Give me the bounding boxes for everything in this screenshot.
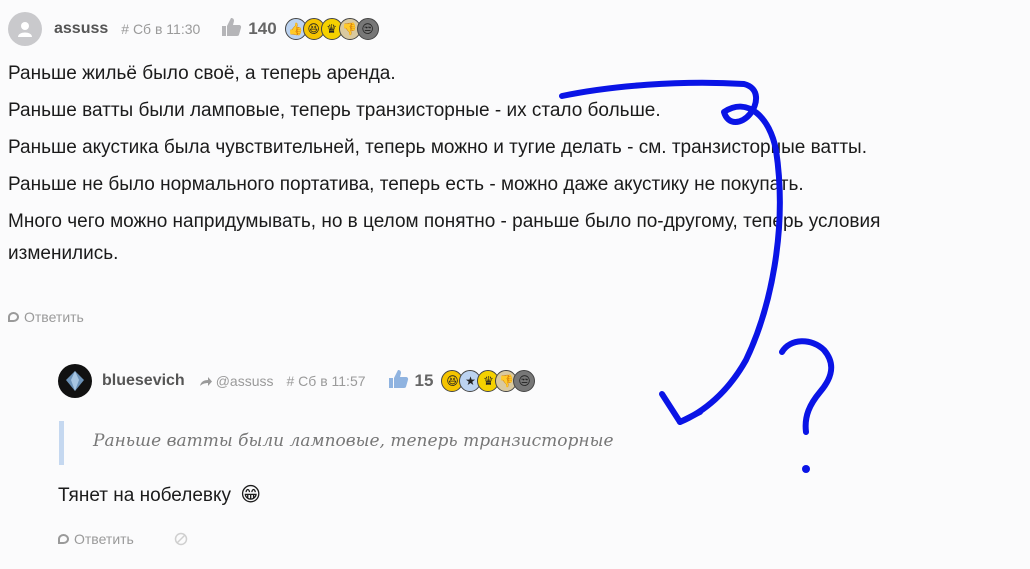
reply-author[interactable]: bluesevich [102, 372, 185, 390]
reply-text: Тянет на нобелевку [58, 485, 232, 506]
question-mark-icon [779, 338, 835, 435]
quote-text: Раньше ватты были ламповые, теперь транз… [93, 431, 614, 451]
like-count: 15 [414, 371, 434, 390]
reply-to[interactable]: @assuss [199, 373, 274, 389]
comment-author[interactable]: assuss [54, 20, 108, 38]
annoyed-icon: 😒 [513, 370, 536, 392]
comment-line: Раньше не было нормального портатива, те… [8, 174, 804, 195]
reactions[interactable]: 👍 😆 ♛ 👎 😒 [284, 18, 379, 40]
reply-timestamp[interactable]: # Сб в 11:57 [287, 373, 366, 389]
quote-block: Раньше ватты были ламповые, теперь транз… [59, 421, 624, 465]
block-icon[interactable] [174, 532, 188, 551]
reply-icon [8, 312, 19, 322]
comment-line: изменились. [8, 243, 119, 264]
user-icon [18, 22, 32, 37]
comment-line: Раньше ватты были ламповые, теперь транз… [8, 100, 661, 121]
grinning-emoji: 😁 [240, 484, 262, 506]
avatar[interactable] [8, 12, 42, 46]
annoyed-icon: 😒 [356, 18, 379, 40]
reply-to-label: @assuss [215, 373, 274, 389]
like-count: 140 [248, 19, 277, 38]
like-icon[interactable] [387, 369, 409, 394]
like-icon[interactable] [220, 17, 242, 42]
reply-body: Тянет на нобелевку 😁 [58, 479, 261, 512]
crystal-icon [66, 371, 84, 391]
reply-button[interactable]: Ответить [8, 309, 84, 325]
reply-arrow-icon [199, 376, 212, 386]
comment-timestamp[interactable]: # Сб в 11:30 [121, 21, 200, 37]
question-mark-dot [802, 465, 810, 473]
reactions[interactable]: 😆 ★ ♛ 👎 😒 [441, 370, 536, 392]
reply-header: bluesevich @assuss # Сб в 11:57 15 😆 ★ ♛… [58, 364, 536, 398]
reply-button[interactable]: Ответить [58, 531, 134, 547]
reply-icon [58, 534, 69, 544]
comment-header: assuss # Сб в 11:30 140 👍 😆 ♛ 👎 😒 [8, 12, 379, 46]
comment-body: Раньше жильё было своё, а теперь аренда.… [8, 58, 880, 270]
comment-line: Много чего можно напридумывать, но в цел… [8, 211, 881, 232]
reply-label: Ответить [24, 309, 84, 325]
comment-line: Раньше жильё было своё, а теперь аренда. [8, 63, 396, 84]
avatar[interactable] [58, 364, 92, 398]
reply-label: Ответить [74, 531, 134, 547]
comment-line: Раньше акустика была чувствительней, теп… [8, 137, 867, 158]
